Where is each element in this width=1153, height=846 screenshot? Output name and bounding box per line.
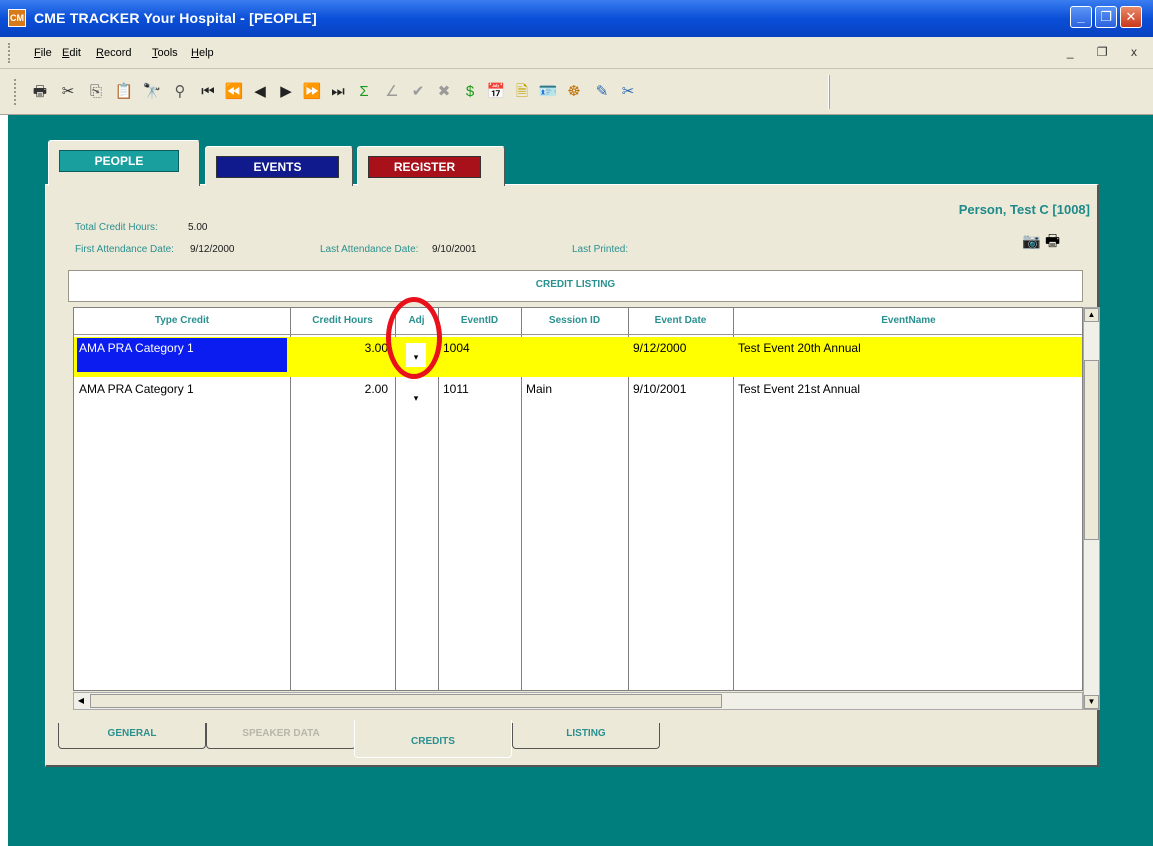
tab-people[interactable]: PEOPLE: [48, 140, 200, 186]
credit-listing-grid[interactable]: Type Credit Credit Hours Adj EventID Ses…: [73, 307, 1083, 691]
print-record-icon[interactable]: 🖶: [1045, 230, 1060, 257]
dollar-icon[interactable]: $: [458, 79, 482, 103]
angle-icon[interactable]: ∠: [380, 79, 404, 103]
tab-general[interactable]: GENERAL: [58, 723, 206, 749]
table-row[interactable]: AMA PRA Category 1 2.00 ▾ 1011 Main 9/10…: [74, 378, 1082, 418]
next-record-icon[interactable]: ▶: [274, 79, 298, 103]
column-header-credit-hours[interactable]: Credit Hours: [290, 308, 395, 334]
toolbar: 🖶 ✂ ⎘ 📋 🔭 ⚲ ⏮ ⏪ ◀ ▶ ⏩ ⏭ Σ ∠ ✔ ✖ $ 📅 🗎 🪪 ☸ ✎ ✂: [0, 69, 1153, 115]
type-credit-cell[interactable]: AMA PRA Category 1: [79, 382, 194, 396]
tab-register[interactable]: REGISTER: [357, 146, 505, 186]
maximize-button[interactable]: ❐: [1095, 6, 1117, 28]
window-title: CME TRACKER Your Hospital - [PEOPLE]: [34, 10, 317, 26]
menu-record[interactable]: Record: [96, 47, 131, 59]
horizontal-scroll-thumb[interactable]: [90, 694, 722, 708]
minimize-button[interactable]: _: [1070, 6, 1092, 28]
event-date-cell[interactable]: 9/10/2001: [633, 382, 686, 396]
tab-listing[interactable]: LISTING: [512, 723, 660, 749]
scissors-tool-icon[interactable]: ✂: [616, 79, 640, 103]
last-printed-label: Last Printed:: [572, 244, 629, 255]
session-id-cell[interactable]: Main: [526, 382, 552, 396]
tab-speaker-data[interactable]: SPEAKER DATA: [206, 723, 356, 749]
adj-dropdown[interactable]: ▾: [406, 384, 426, 408]
mdi-window-controls[interactable]: _ ❐ x: [1067, 45, 1147, 59]
paste-icon[interactable]: 📋: [112, 79, 136, 103]
credit-listing-title: CREDIT LISTING: [68, 270, 1083, 302]
print-icon[interactable]: 🖶: [28, 79, 52, 103]
credit-hours-cell[interactable]: 2.00: [290, 382, 388, 396]
cancel-icon[interactable]: ✖: [432, 79, 456, 103]
column-header-event-id[interactable]: EventID: [438, 308, 521, 334]
copy-icon[interactable]: ⎘: [84, 79, 108, 103]
chart-edit-icon[interactable]: ✎: [590, 79, 614, 103]
first-attendance-value: 9/12/2000: [190, 244, 235, 255]
id-card-icon[interactable]: 🪪: [536, 79, 560, 103]
type-credit-cell-selected[interactable]: AMA PRA Category 1: [77, 338, 287, 372]
annotation-highlight-circle: [386, 297, 442, 379]
vertical-scroll-thumb[interactable]: [1084, 360, 1099, 540]
check-icon[interactable]: ✔: [406, 79, 430, 103]
total-credit-hours-value: 5.00: [188, 222, 208, 233]
credit-hours-cell[interactable]: 3.00: [290, 341, 388, 355]
previous-record-icon[interactable]: ◀: [248, 79, 272, 103]
find-replace-icon[interactable]: ⚲: [168, 79, 192, 103]
event-name-cell[interactable]: Test Event 21st Annual: [738, 382, 860, 396]
tab-people-label: PEOPLE: [59, 150, 179, 172]
column-header-type-credit[interactable]: Type Credit: [74, 308, 290, 334]
sum-icon[interactable]: Σ: [352, 79, 376, 103]
previous-page-icon[interactable]: ⏪: [222, 79, 246, 103]
tab-credits[interactable]: CREDITS: [354, 720, 512, 758]
column-header-session-id[interactable]: Session ID: [521, 308, 628, 334]
event-id-cell[interactable]: 1011: [443, 382, 469, 396]
find-icon[interactable]: 🔭: [140, 79, 164, 103]
toolbar-separator: [828, 75, 830, 109]
title-bar[interactable]: CM CME TRACKER Your Hospital - [PEOPLE] …: [0, 0, 1153, 37]
scroll-down-arrow-icon[interactable]: ▼: [1084, 695, 1099, 709]
first-attendance-label: First Attendance Date:: [75, 244, 174, 255]
menu-bar: File Edit Record Tools Help _ ❐ x: [0, 37, 1153, 69]
menu-tools[interactable]: Tools: [152, 47, 178, 59]
scroll-left-arrow-icon[interactable]: ◀: [74, 694, 88, 708]
close-button[interactable]: ✕: [1120, 6, 1142, 28]
header-divider: [74, 334, 1082, 335]
event-name-cell[interactable]: Test Event 20th Annual: [738, 341, 861, 355]
table-row[interactable]: AMA PRA Category 1 3.00 ▾ 1004 9/12/2000…: [74, 337, 1082, 377]
column-header-event-name[interactable]: EventName: [733, 308, 1082, 334]
last-attendance-label: Last Attendance Date:: [320, 244, 419, 255]
menu-help[interactable]: Help: [191, 47, 214, 59]
event-date-cell[interactable]: 9/12/2000: [633, 341, 686, 355]
cut-icon[interactable]: ✂: [56, 79, 80, 103]
tab-register-label: REGISTER: [368, 156, 481, 178]
people-icon[interactable]: ☸: [562, 79, 586, 103]
tab-events-label: EVENTS: [216, 156, 339, 178]
next-page-icon[interactable]: ⏩: [300, 79, 324, 103]
first-record-icon[interactable]: ⏮: [196, 79, 220, 103]
menu-edit[interactable]: Edit: [62, 47, 81, 59]
last-attendance-value: 9/10/2001: [432, 244, 477, 255]
menu-file[interactable]: File: [34, 47, 52, 59]
calendar-icon[interactable]: 📅: [484, 79, 508, 103]
last-record-icon[interactable]: ⏭: [326, 79, 350, 103]
column-header-event-date[interactable]: Event Date: [628, 308, 733, 334]
document-icon[interactable]: 🗎: [510, 79, 534, 103]
scroll-up-arrow-icon[interactable]: ▲: [1084, 308, 1099, 322]
photo-icon[interactable]: 📷: [1022, 232, 1041, 250]
total-credit-hours-label: Total Credit Hours:: [75, 222, 158, 233]
menu-grip[interactable]: [8, 43, 11, 63]
app-icon[interactable]: CM: [8, 9, 26, 27]
event-id-cell[interactable]: 1004: [443, 341, 470, 355]
tab-events[interactable]: EVENTS: [205, 146, 353, 186]
toolbar-grip[interactable]: [14, 79, 17, 105]
person-name-header: Person, Test C [1008]: [958, 202, 1090, 217]
